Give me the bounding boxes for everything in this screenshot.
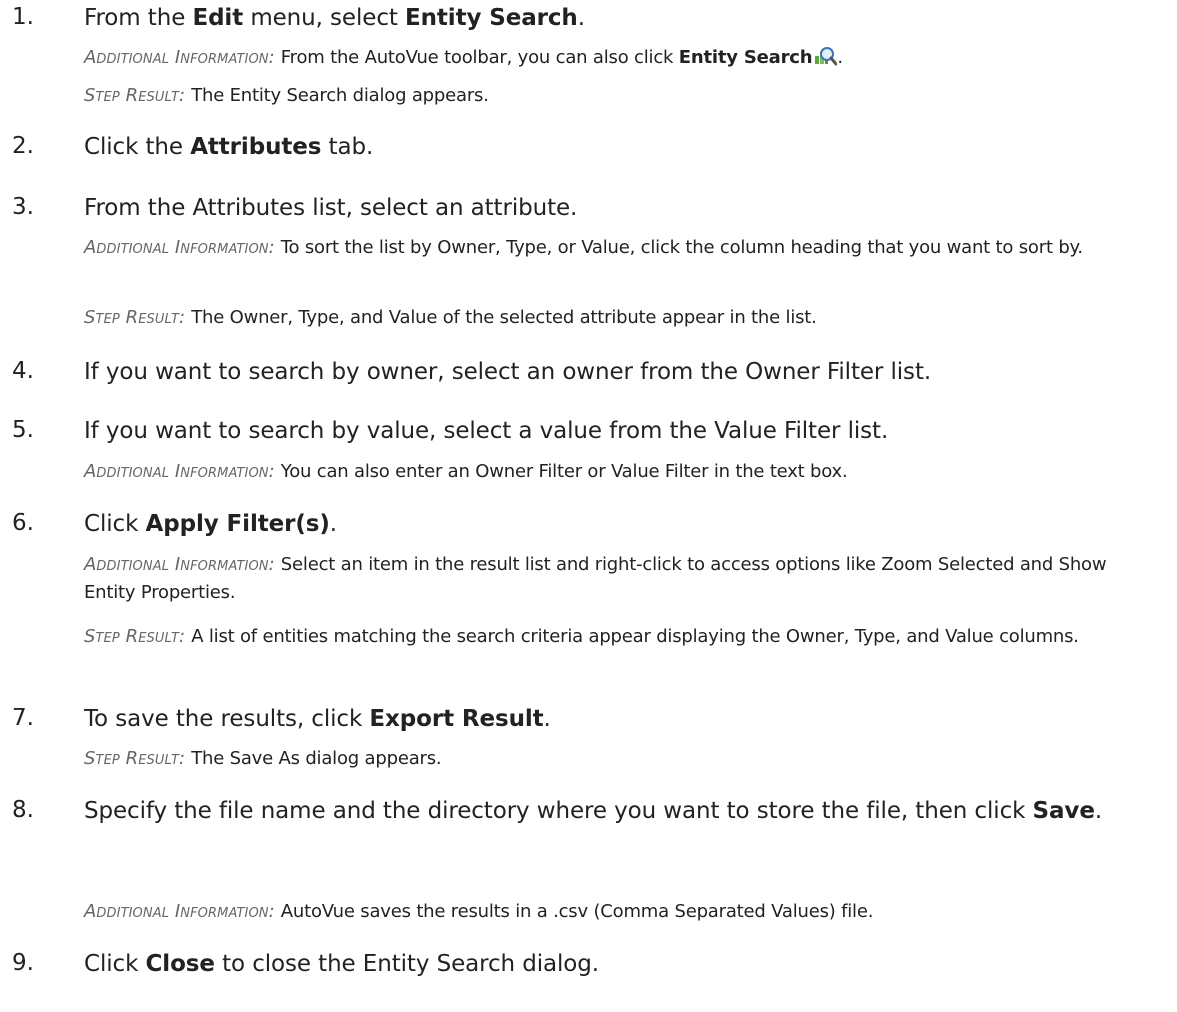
additional-info-label: Additional Information:	[84, 901, 275, 922]
step-number: 6.	[12, 510, 34, 536]
step-number: 7.	[12, 705, 34, 731]
additional-info-label: Additional Information:	[84, 237, 275, 258]
step-result-label: Step Result:	[84, 85, 186, 106]
step-number: 9.	[12, 950, 34, 976]
step-number: 8.	[12, 797, 34, 823]
step-result: Step Result: The Save As dialog appears.	[84, 748, 442, 769]
additional-info: Additional Information: AutoVue saves the…	[84, 901, 874, 922]
entity-search-icon	[815, 46, 838, 66]
step-text: Click Apply Filter(s).	[84, 511, 337, 537]
step-text: Click Close to close the Entity Search d…	[84, 951, 599, 977]
procedure-document: 1. From the Edit menu, select Entity Sea…	[0, 0, 1177, 1012]
step-result: Step Result: The Entity Search dialog app…	[84, 85, 489, 106]
step-result: Step Result: The Owner, Type, and Value o…	[84, 307, 817, 328]
additional-info-label: Additional Information:	[84, 47, 275, 68]
additional-info: Additional Information: To sort the list …	[84, 237, 1083, 258]
step-text: If you want to search by value, select a…	[84, 418, 889, 444]
additional-info: Additional Information: From the AutoVue …	[84, 46, 843, 68]
step-text: Click the Attributes tab.	[84, 134, 374, 160]
step-text: If you want to search by owner, select a…	[84, 359, 932, 385]
step-number: 2.	[12, 133, 34, 159]
step-text: Specify the file name and the directory …	[84, 798, 1103, 824]
step-text: From the Attributes list, select an attr…	[84, 195, 578, 221]
additional-info: Additional Information: You can also ente…	[84, 461, 848, 482]
step-text: To save the results, click Export Result…	[84, 706, 551, 732]
step-result-label: Step Result:	[84, 748, 186, 769]
step-number: 5.	[12, 417, 34, 443]
step-number: 3.	[12, 194, 34, 220]
additional-info-label: Additional Information:	[84, 554, 275, 575]
additional-info: Additional Information: Select an item in…	[84, 554, 1107, 603]
step-number: 1.	[12, 4, 34, 30]
additional-info-label: Additional Information:	[84, 461, 275, 482]
step-number: 4.	[12, 358, 34, 384]
step-result-label: Step Result:	[84, 307, 186, 328]
step-result-label: Step Result:	[84, 626, 186, 647]
step-result: Step Result: A list of entities matching …	[84, 626, 1079, 647]
step-text: From the Edit menu, select Entity Search…	[84, 5, 585, 31]
